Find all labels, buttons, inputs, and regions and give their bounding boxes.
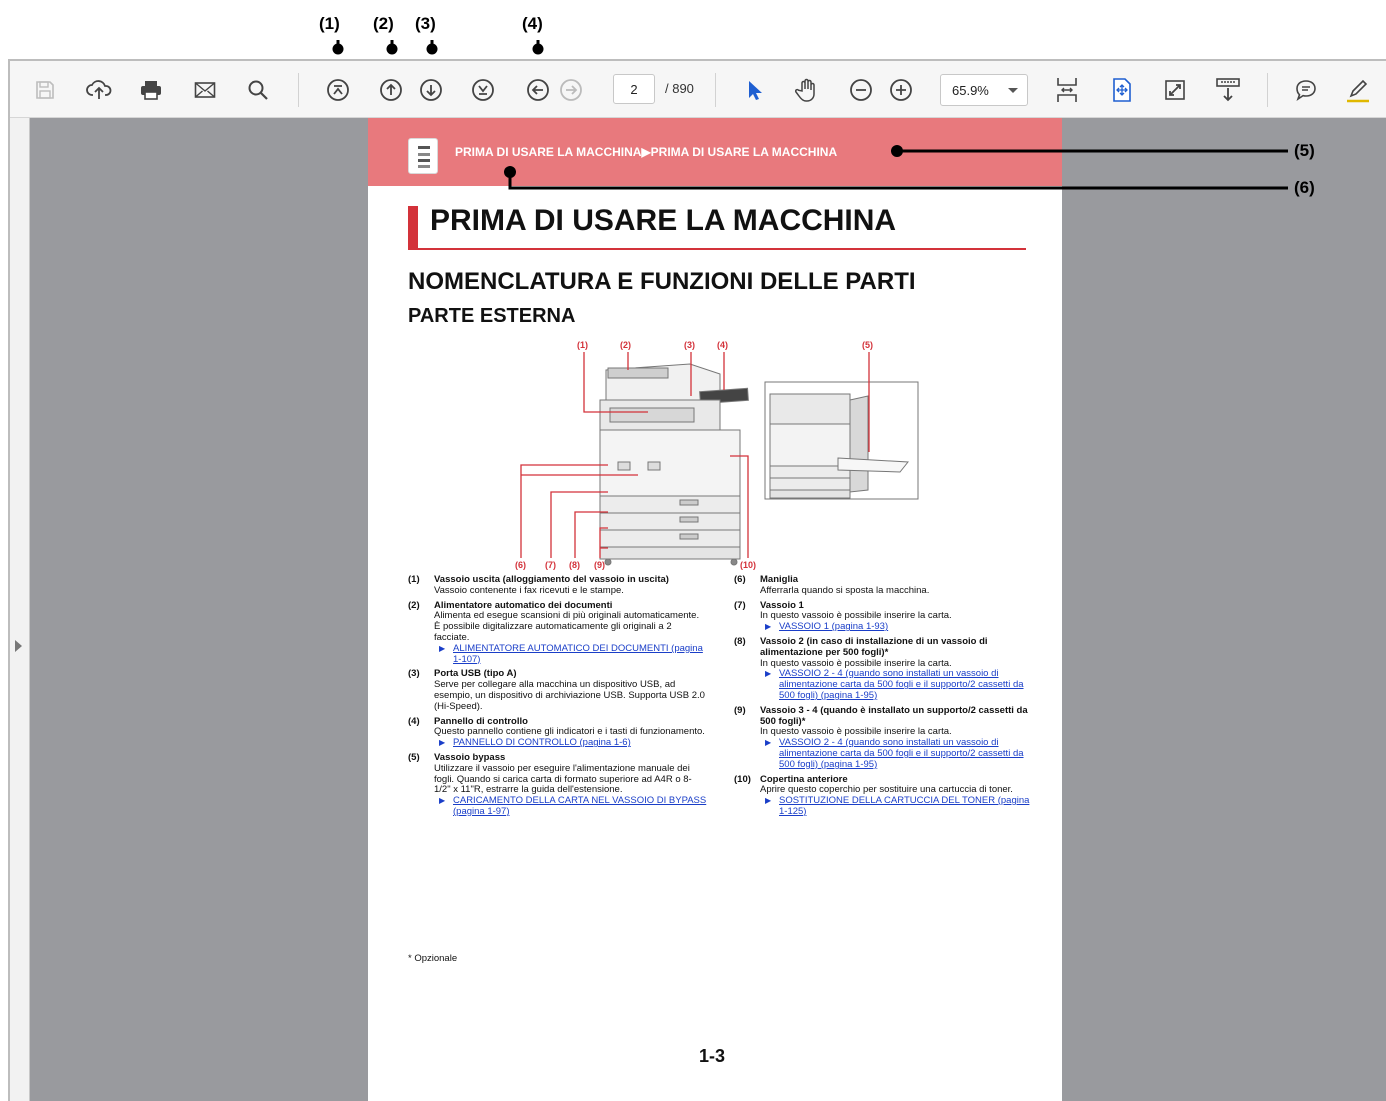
annotation-overlay bbox=[332, 40, 1288, 190]
callout-line bbox=[508, 172, 1288, 190]
callout-5: (5) bbox=[1294, 141, 1315, 160]
callout-6: (6) bbox=[1294, 178, 1315, 197]
